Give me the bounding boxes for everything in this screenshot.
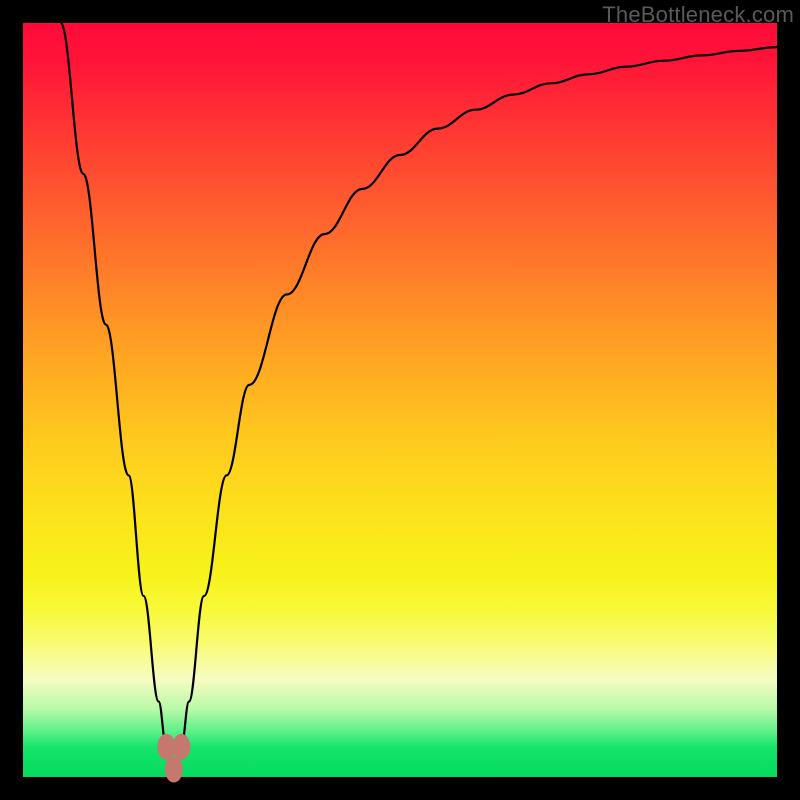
bottleneck-curve: [61, 23, 777, 770]
plot-area: [23, 23, 777, 777]
marker-cusp-min: [165, 757, 183, 783]
marker-cusp-right: [172, 734, 190, 760]
cusp-markers: [157, 734, 190, 783]
curve-layer: [23, 23, 777, 777]
watermark-text: TheBottleneck.com: [602, 2, 794, 28]
chart-frame: TheBottleneck.com: [0, 0, 800, 800]
